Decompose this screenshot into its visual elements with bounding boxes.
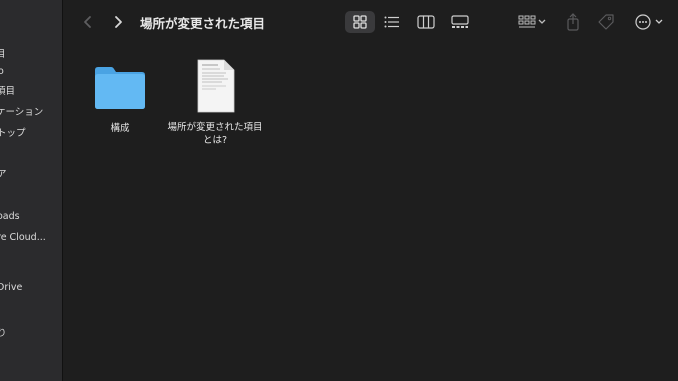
toolbar: 場所が変更された項目 [63,0,678,44]
sidebar-item-applications[interactable]: ケーション [0,104,62,122]
back-button[interactable] [79,12,97,32]
list-view-button[interactable] [379,11,405,33]
more-button[interactable] [633,11,667,33]
icon-view-button[interactable] [345,11,375,33]
group-button[interactable] [515,11,549,33]
sidebar-item-downloads[interactable]: oads [0,208,62,226]
window-title: 場所が変更された項目 [140,16,266,31]
sidebar-section-header: 目 [0,46,62,64]
main-pane: 場所が変更された項目 構成 場所が変更された項目とは? [63,0,678,381]
sidebar-item-other[interactable]: り [0,325,62,343]
sidebar-item-drive[interactable]: Drive [0,279,62,297]
columns-icon [417,15,435,29]
share-icon [567,13,579,31]
file-item-document[interactable]: 場所が変更された項目とは? [165,58,265,158]
list-icon [384,16,399,28]
sidebar: 目 o 項目 ケーション トップ ア oads re Cloud... Driv… [0,0,63,381]
file-name: 構成 [110,123,130,134]
gallery-icon [451,15,469,28]
sidebar-item-desktop[interactable]: トップ [0,125,62,143]
grid-icon [353,15,367,29]
tag-icon [598,14,614,30]
document-icon [197,59,235,113]
sidebar-item-recents[interactable]: o [0,63,62,81]
more-icon [635,14,663,30]
gallery-view-button[interactable] [447,11,473,33]
group-icon [518,15,546,28]
tag-button[interactable] [595,11,617,33]
sidebar-item-documents[interactable]: ア [0,166,62,184]
chevron-right-icon [115,16,122,28]
forward-button[interactable] [109,12,127,32]
column-view-button[interactable] [413,11,439,33]
share-button[interactable] [562,11,584,33]
file-name: 場所が変更された項目とは? [167,122,263,146]
sidebar-item-moved[interactable]: 項目 [0,83,62,101]
folder-icon [95,67,145,109]
chevron-left-icon [84,16,91,28]
file-grid: 構成 場所が変更された項目とは? [63,44,678,381]
file-item-folder[interactable]: 構成 [85,58,155,148]
sidebar-item-icloud[interactable]: re Cloud... [0,229,62,247]
